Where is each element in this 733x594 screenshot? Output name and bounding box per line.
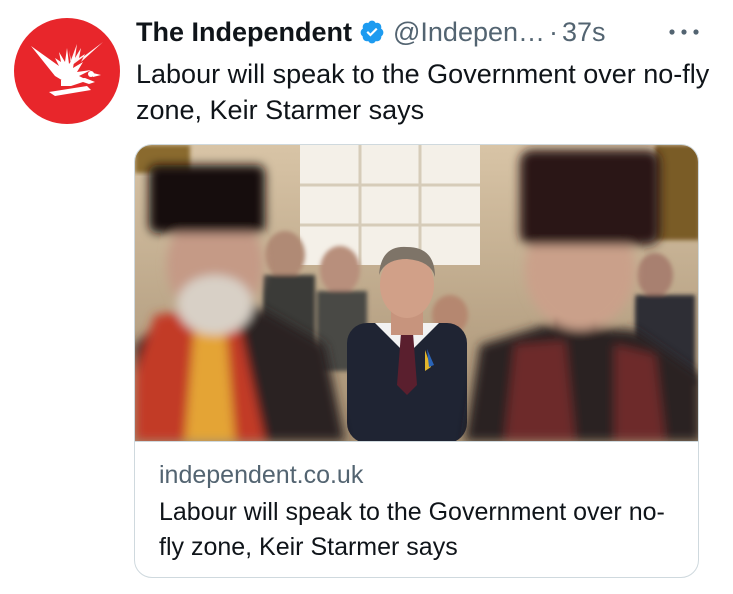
- card-image[interactable]: [135, 145, 698, 441]
- card-title[interactable]: Labour will speak to the Government over…: [159, 495, 679, 565]
- tweet-header: The Independent @Indepen… · 37s: [136, 14, 606, 50]
- more-options-icon[interactable]: [664, 18, 704, 46]
- card-divider: [135, 441, 698, 442]
- link-card[interactable]: independent.co.uk Labour will speak to t…: [134, 144, 699, 578]
- separator-dot: ·: [549, 16, 559, 47]
- tweet-text: Labour will speak to the Government over…: [136, 59, 710, 125]
- tweet[interactable]: The Independent @Indepen… · 37s Labour w…: [0, 0, 733, 594]
- verified-badge-icon: [359, 19, 385, 45]
- author-name[interactable]: The Independent: [136, 17, 352, 48]
- timestamp[interactable]: 37s: [562, 17, 606, 48]
- author-handle[interactable]: @Indepen…: [393, 17, 545, 48]
- card-domain[interactable]: independent.co.uk: [159, 461, 363, 490]
- eagle-logo: [31, 42, 103, 96]
- avatar[interactable]: [14, 18, 120, 124]
